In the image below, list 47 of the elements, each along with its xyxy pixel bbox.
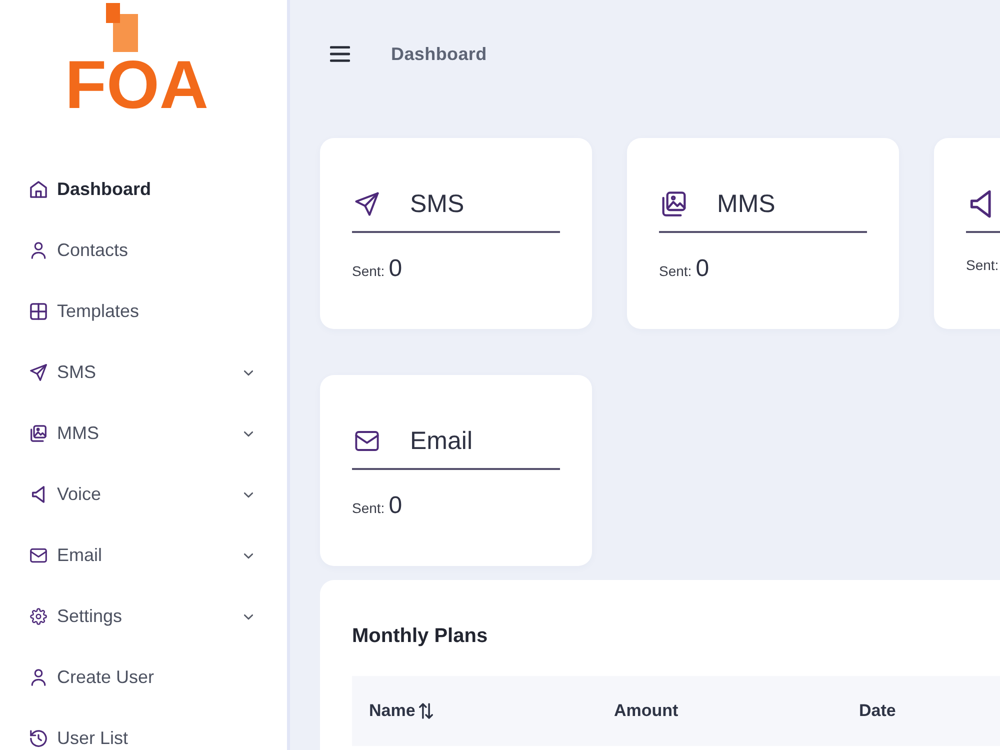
chevron-down-icon xyxy=(244,552,253,558)
logo-text: FOA xyxy=(65,51,209,119)
section-title: Monthly Plans xyxy=(352,624,489,648)
chevron-down-icon xyxy=(244,492,253,498)
column-header[interactable]: Name xyxy=(352,676,597,746)
column-header: Amount xyxy=(597,676,842,746)
column-header: Date xyxy=(842,676,1000,746)
card-title: MMS xyxy=(717,190,776,218)
person-icon xyxy=(30,669,47,686)
paper-plane-icon xyxy=(355,190,379,218)
sent-label: Sent: xyxy=(659,262,692,281)
chevron-down-icon xyxy=(244,430,253,436)
sidebar-item[interactable]: Dashboard xyxy=(0,159,287,220)
sent-count: 0 xyxy=(696,255,710,283)
sidebar-item[interactable]: Create User xyxy=(0,647,287,708)
sent-count: 0 xyxy=(388,492,402,520)
speaker-icon xyxy=(969,190,993,218)
sidebar-item[interactable]: Email xyxy=(0,525,287,586)
sidebar-item[interactable]: MMS xyxy=(0,403,287,464)
gear-icon xyxy=(30,608,47,625)
card-title: SMS xyxy=(410,190,464,218)
image-icon xyxy=(30,425,47,442)
home-icon xyxy=(30,181,47,198)
sent-label: Sent: xyxy=(352,499,385,518)
history-icon xyxy=(30,730,47,747)
sidebar-item[interactable]: SMS xyxy=(0,342,287,403)
person-icon xyxy=(30,242,47,259)
card-title: Email xyxy=(410,427,473,455)
sidebar-item[interactable]: Contacts xyxy=(0,220,287,281)
page-title: Dashboard xyxy=(391,42,487,66)
logo-squares-icon xyxy=(106,3,138,52)
speaker-icon xyxy=(30,486,47,503)
sidebar-item[interactable]: User List xyxy=(0,708,287,750)
sort-icon[interactable] xyxy=(419,703,434,720)
chevron-down-icon xyxy=(244,614,253,620)
sidebar-item[interactable]: Templates xyxy=(0,281,287,342)
sent-label: Sent: xyxy=(352,262,385,281)
envelope-icon xyxy=(30,547,47,564)
image-icon xyxy=(662,190,686,218)
chevron-down-icon xyxy=(244,370,253,376)
paper-plane-icon xyxy=(30,364,47,381)
grid-icon xyxy=(30,303,47,320)
menu-icon[interactable] xyxy=(330,46,350,62)
sent-label: Sent: xyxy=(966,256,999,275)
sent-count: 0 xyxy=(388,255,402,283)
sidebar-item[interactable]: Settings xyxy=(0,586,287,647)
sidebar-item[interactable]: Voice xyxy=(0,464,287,525)
